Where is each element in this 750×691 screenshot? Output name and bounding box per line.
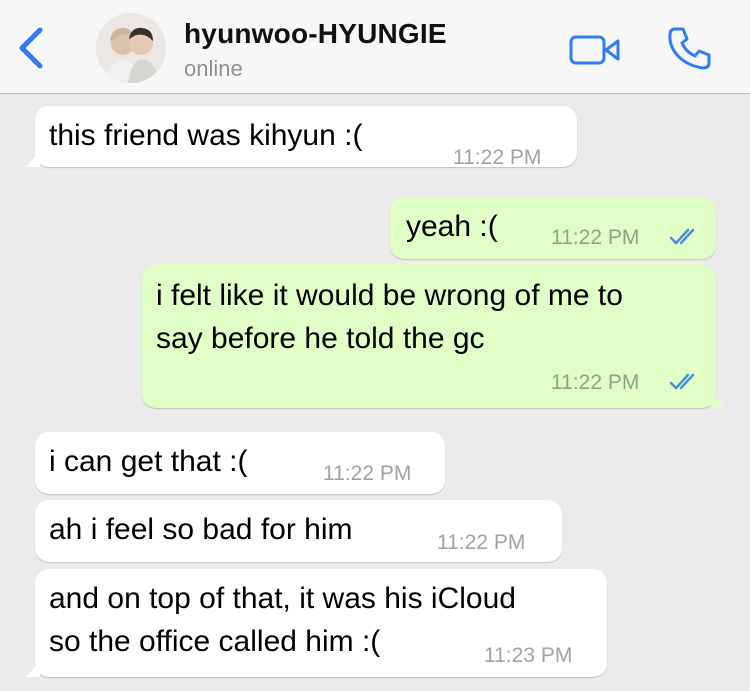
- avatar[interactable]: [96, 13, 166, 83]
- message-bubble-incoming[interactable]: i can get that :( 11:22 PM: [35, 432, 445, 494]
- message-text: so the office called him :(: [49, 625, 381, 658]
- message-bubble-incoming[interactable]: and on top of that, it was his iCloud so…: [26, 569, 607, 677]
- message-text: i can get that :(: [49, 445, 248, 478]
- message-text: and on top of that, it was his iCloud: [49, 582, 516, 615]
- message-time: 11:22 PM: [437, 531, 526, 554]
- chevron-left-icon[interactable]: [14, 26, 48, 70]
- message-bubble-outgoing[interactable]: i felt like it would be wrong of me to s…: [142, 264, 725, 408]
- message-text: yeah :(: [406, 210, 498, 243]
- bubble-tail: [711, 392, 725, 408]
- phone-icon[interactable]: [666, 24, 714, 72]
- double-check-icon: [669, 373, 695, 390]
- video-camera-icon[interactable]: [568, 32, 622, 68]
- message-time: 11:22 PM: [453, 146, 542, 169]
- message-time: 11:22 PM: [551, 226, 640, 249]
- bubble-tail: [26, 661, 40, 677]
- contact-status: online: [184, 56, 243, 81]
- double-check-icon: [669, 228, 695, 245]
- bubble-tail: [26, 151, 40, 167]
- message-text: say before he told the gc: [156, 322, 485, 355]
- message-bubble-incoming[interactable]: this friend was kihyun :( 11:22 PM: [26, 106, 577, 169]
- contact-name[interactable]: hyunwoo-HYUNGIE: [184, 18, 447, 50]
- message-time: 11:23 PM: [484, 644, 573, 667]
- message-time: 11:22 PM: [551, 371, 640, 394]
- message-text: i felt like it would be wrong of me to: [156, 279, 623, 312]
- message-text: this friend was kihyun :(: [49, 119, 363, 152]
- message-bubble-incoming[interactable]: ah i feel so bad for him 11:22 PM: [35, 500, 562, 562]
- chat-header: hyunwoo-HYUNGIE online: [0, 0, 750, 94]
- message-bubble-outgoing[interactable]: yeah :( 11:22 PM: [390, 197, 716, 259]
- message-text: ah i feel so bad for him: [49, 513, 353, 546]
- message-list: this friend was kihyun :( 11:22 PM yeah …: [0, 95, 750, 691]
- message-time: 11:22 PM: [323, 462, 412, 485]
